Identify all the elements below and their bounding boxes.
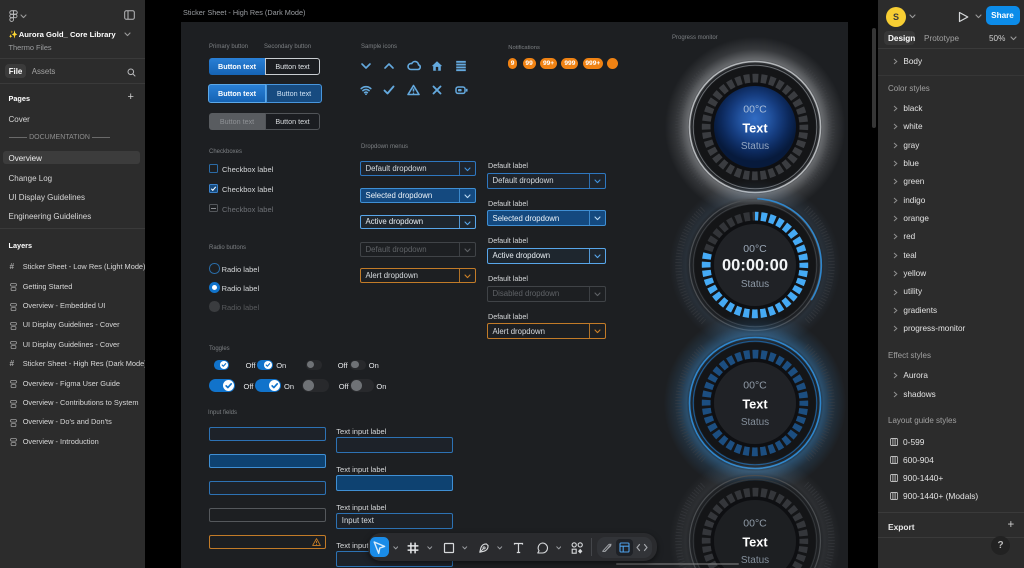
svg-text:Text: Text <box>742 397 768 412</box>
svg-text:00°C: 00°C <box>743 380 767 392</box>
svg-text:00:00:00: 00:00:00 <box>722 256 788 274</box>
svg-text:Status: Status <box>741 555 769 566</box>
svg-text:00°C: 00°C <box>743 517 767 529</box>
svg-text:Text: Text <box>742 121 768 136</box>
svg-text:00°C: 00°C <box>743 104 767 116</box>
svg-text:Text: Text <box>742 534 768 549</box>
svg-text:Status: Status <box>741 417 769 428</box>
svg-text:00°C: 00°C <box>743 243 767 255</box>
svg-text:Status: Status <box>741 279 769 290</box>
svg-text:Status: Status <box>741 141 769 152</box>
